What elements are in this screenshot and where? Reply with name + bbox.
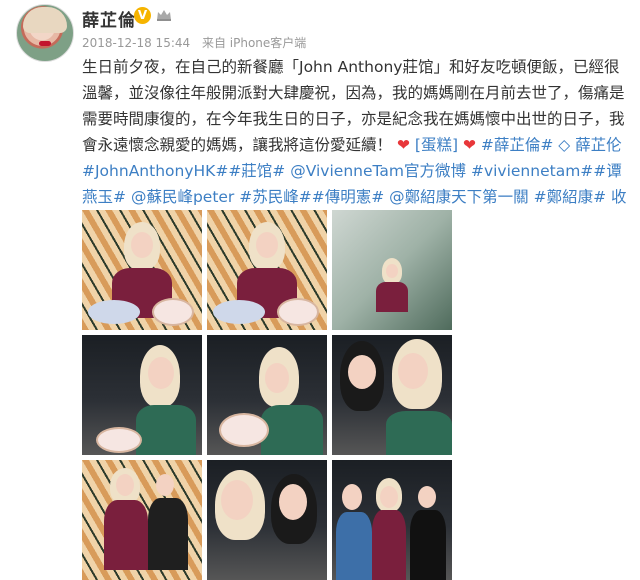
photo-2[interactable]: [207, 210, 327, 330]
person-body: [372, 510, 406, 580]
plate: [88, 300, 140, 324]
username[interactable]: 薛芷倫: [82, 6, 136, 31]
hashtag-link[interactable]: #viviennetam#: [471, 162, 593, 180]
mention-link[interactable]: @VivienneTam官方微博: [290, 162, 466, 180]
photo-6[interactable]: [332, 335, 452, 455]
person-face: [380, 486, 398, 508]
person-body: [386, 411, 452, 455]
mention-link[interactable]: @鄭紹康天下第一關: [389, 188, 529, 206]
hashtag-link[interactable]: #JohnAnthonyHK#: [82, 162, 228, 180]
hashtag-link[interactable]: #傳明憲#: [312, 188, 384, 206]
hashtag-link[interactable]: #莊馆#: [228, 162, 285, 180]
post-text: 生日前夕夜，在自己的新餐廳「John Anthony莊馆」和好友吃頓便飯，已經很…: [82, 54, 632, 236]
person-face: [148, 357, 174, 389]
hashtag-link[interactable]: #苏民峰#: [239, 188, 311, 206]
person-body: [148, 498, 188, 570]
avatar-hair: [23, 7, 67, 33]
hashtag-link[interactable]: #薛芷倫#: [481, 136, 553, 154]
cake: [96, 427, 142, 453]
photo-4[interactable]: [82, 335, 202, 455]
heart-icon: ❤: [462, 136, 476, 154]
person-body: [410, 510, 446, 580]
person-face: [398, 353, 428, 389]
person-body: [261, 405, 323, 455]
person-face: [265, 363, 289, 393]
photo-8[interactable]: [207, 460, 327, 580]
photo-7[interactable]: [82, 460, 202, 580]
verified-badge: V: [134, 7, 151, 24]
location-icon[interactable]: ◇: [558, 136, 575, 154]
person-face: [348, 355, 376, 389]
person-face: [279, 484, 307, 520]
emoji-cake: [蛋糕]: [414, 136, 458, 154]
person-face: [221, 480, 253, 520]
person-body: [104, 500, 148, 570]
avatar-lips: [39, 41, 51, 46]
person-body: [336, 512, 372, 580]
person-body: [136, 405, 196, 455]
source: 来自 iPhone客户端: [201, 36, 307, 50]
mention-link[interactable]: 薛芷伦: [575, 136, 622, 154]
timestamp[interactable]: 2018-12-18 15:44: [82, 36, 190, 50]
person-face: [131, 232, 153, 258]
photo-5[interactable]: [207, 335, 327, 455]
cake: [219, 413, 269, 447]
avatar[interactable]: [16, 4, 74, 62]
heart-icon: ❤: [396, 136, 410, 154]
photo-3[interactable]: [332, 210, 452, 330]
photo-9[interactable]: [332, 460, 452, 580]
person-face: [256, 232, 278, 258]
person-body: [376, 282, 408, 312]
person-face: [116, 474, 134, 496]
person-face: [342, 484, 362, 510]
person-face: [418, 486, 436, 508]
crown-icon: [157, 10, 171, 21]
person-face: [156, 474, 174, 496]
person-face: [386, 264, 398, 278]
photo-grid: [82, 210, 462, 580]
cake: [277, 298, 319, 326]
plate: [213, 300, 265, 324]
photo-1[interactable]: [82, 210, 202, 330]
mention-link[interactable]: @蘇民峰peter: [131, 188, 234, 206]
hashtag-link[interactable]: #鄭紹康#: [534, 188, 606, 206]
post-meta: 2018-12-18 15:44 来自 iPhone客户端: [82, 34, 314, 51]
cake: [152, 298, 194, 326]
